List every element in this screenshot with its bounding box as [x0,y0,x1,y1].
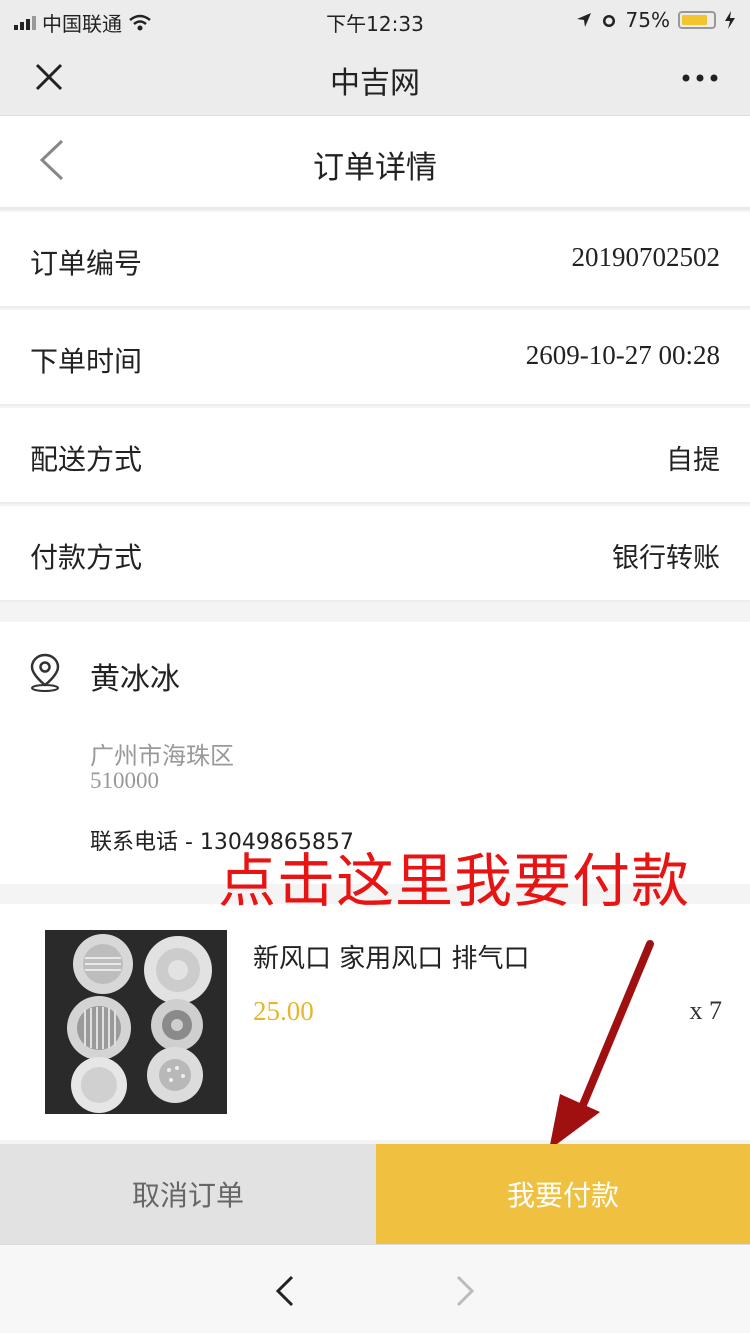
postal-code: 510000 [90,768,159,793]
battery-icon [678,11,716,29]
row-label: 下单时间 [30,345,143,378]
status-bar: 中国联通 下午12:33 75% [0,0,750,40]
page-title: 订单详情 [313,150,437,186]
cancel-order-button[interactable]: 取消订单 [0,1144,376,1244]
more-icon[interactable] [680,50,720,108]
nav-forward-icon[interactable] [450,1271,480,1311]
delivery-method-row: 配送方式 自提 [0,408,750,504]
row-value: 2609-10-27 00:28 [525,340,720,370]
product-item[interactable]: 新风口 家用风口 排气口 25.00 x 7 [0,904,750,1140]
alarm-icon [602,15,615,27]
row-label: 配送方式 [30,443,143,476]
pay-button[interactable]: 我要付款 [376,1144,750,1244]
location-pin-icon [30,653,60,692]
wechat-title: 中吉网 [330,66,420,101]
recipient-name: 黄冰冰 [90,662,180,697]
page-header: 订单详情 [0,116,750,210]
action-bar: 取消订单 我要付款 [0,1144,750,1244]
browser-nav-bar [0,1244,750,1333]
nav-back-icon[interactable] [270,1271,300,1311]
product-name: 新风口 家用风口 排气口 [253,944,530,974]
row-label: 订单编号 [30,247,143,280]
order-time-row: 下单时间 2609-10-27 00:28 [0,310,750,406]
row-value: 银行转账 [612,543,720,573]
product-image [45,930,227,1114]
charging-icon [725,11,735,29]
annotation-text: 点击这里我要付款 [218,847,691,915]
row-value: 20190702502 [571,242,721,272]
order-number-row: 订单编号 20190702502 [0,212,750,308]
wechat-title-bar: 中吉网 [0,40,750,116]
row-label: 付款方式 [30,541,143,574]
address-line: 广州市海珠区 [90,742,234,770]
product-quantity: x 7 [689,996,723,1025]
row-value: 自提 [666,445,720,475]
payment-method-row: 付款方式 银行转账 [0,506,750,602]
battery-percent: 75% [625,8,670,32]
product-price: 25.00 [253,996,314,1026]
location-arrow-icon [576,13,591,27]
